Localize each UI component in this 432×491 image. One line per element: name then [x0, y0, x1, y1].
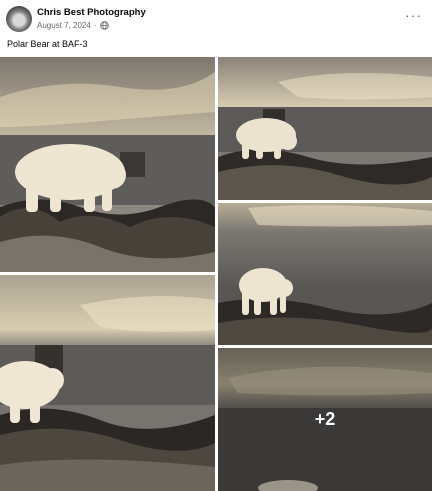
photo-1[interactable]: [0, 57, 215, 272]
photo-5-more[interactable]: +2: [218, 348, 432, 491]
post-meta: August 7, 2024 ·: [37, 21, 109, 30]
meta-separator: ·: [93, 21, 97, 30]
photo-4[interactable]: [0, 275, 215, 491]
more-photos-count: +2: [314, 409, 336, 429]
photo-3[interactable]: [218, 203, 432, 345]
author-name[interactable]: Chris Best Photography: [37, 7, 146, 18]
more-options-icon[interactable]: ···: [405, 8, 422, 22]
post-caption: Polar Bear at BAF-3: [7, 39, 88, 49]
post-date[interactable]: August 7, 2024: [37, 21, 91, 30]
more-photos-overlay[interactable]: +2: [218, 348, 432, 491]
globe-icon: [99, 21, 109, 30]
photo-2[interactable]: [218, 57, 432, 200]
author-avatar[interactable]: [6, 6, 32, 32]
